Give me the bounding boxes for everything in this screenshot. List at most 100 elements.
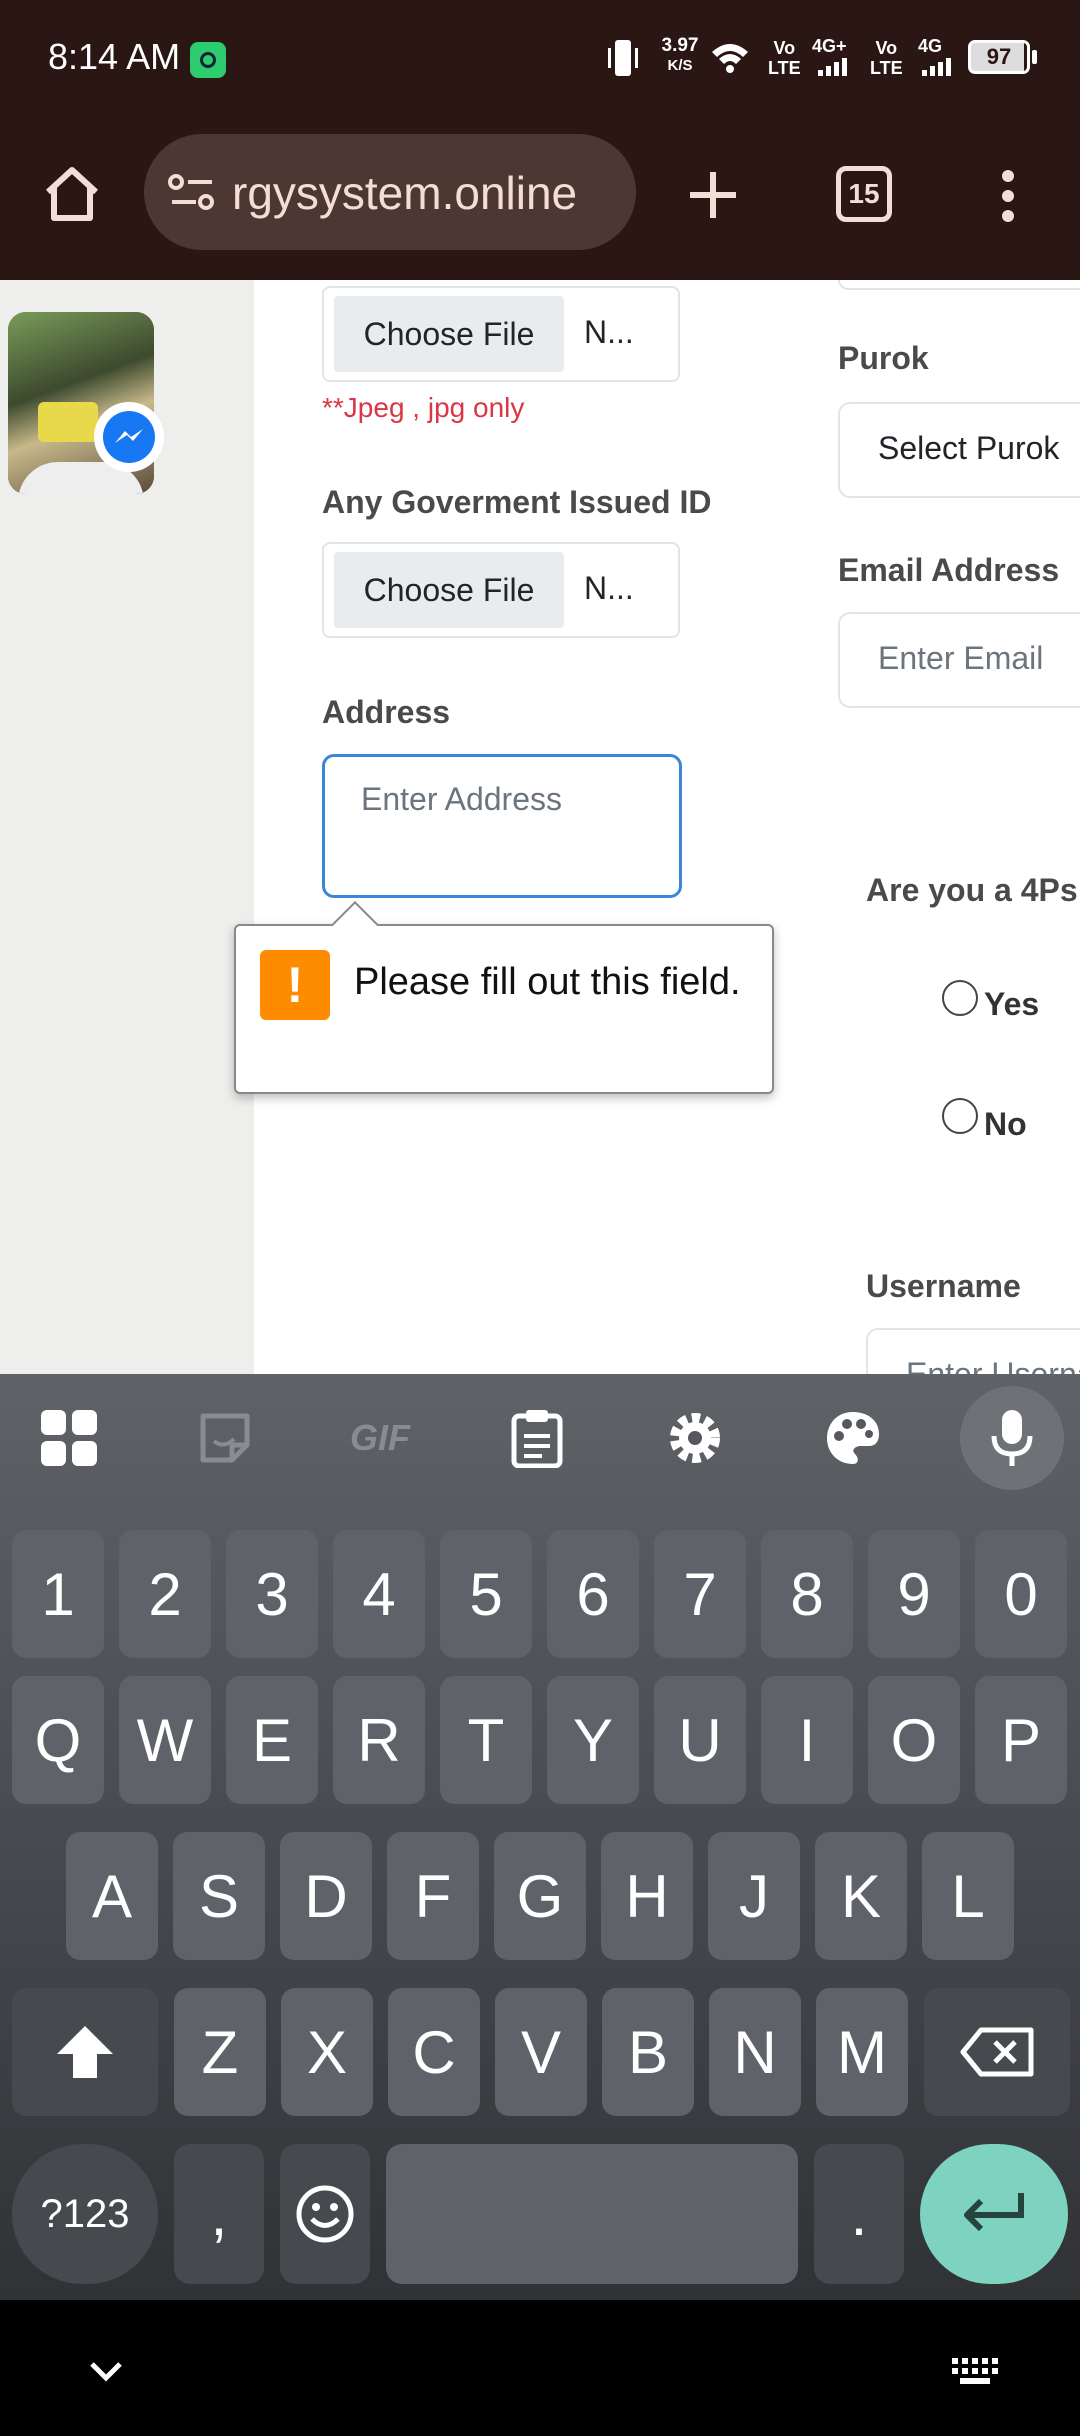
clipboard-icon[interactable]: [502, 1374, 572, 1502]
key-e[interactable]: E: [226, 1676, 318, 1804]
signal-1-label: 4G+: [812, 36, 847, 56]
address-placeholder: Enter Address: [361, 781, 562, 817]
key-i[interactable]: I: [761, 1676, 853, 1804]
vibrate-icon: [606, 38, 640, 78]
validation-tooltip: ! Please fill out this field.: [234, 900, 774, 1094]
radio-no[interactable]: [942, 1098, 978, 1134]
home-icon[interactable]: [42, 164, 102, 229]
choose-file-button[interactable]: Choose File: [334, 296, 564, 372]
web-page: Choose File N... **Jpeg , jpg only Any G…: [0, 280, 1080, 1374]
volte-1: Vo LTE: [768, 38, 801, 78]
key-p[interactable]: P: [975, 1676, 1067, 1804]
signal-1-icon: [818, 56, 854, 81]
gov-id-file-input[interactable]: Choose File N...: [322, 542, 680, 638]
shift-key[interactable]: [12, 1988, 158, 2116]
hide-keyboard-icon[interactable]: [88, 2360, 124, 2389]
key-3[interactable]: 3: [226, 1530, 318, 1658]
mic-icon[interactable]: [960, 1374, 1064, 1502]
key-m[interactable]: M: [816, 1988, 908, 2116]
battery-tip: [1032, 50, 1037, 64]
key-o[interactable]: O: [868, 1676, 960, 1804]
period-key[interactable]: .: [814, 2144, 904, 2284]
validation-message: Please fill out this field.: [354, 961, 741, 1003]
keyboard-switch-icon[interactable]: [950, 2356, 1000, 2391]
key-t[interactable]: T: [440, 1676, 532, 1804]
key-z[interactable]: Z: [174, 1988, 266, 2116]
key-f[interactable]: F: [387, 1832, 479, 1960]
radio-yes-label: Yes: [984, 986, 1040, 1022]
choose-file-button-2[interactable]: Choose File: [334, 552, 564, 628]
sticker-icon[interactable]: [190, 1374, 260, 1502]
key-0[interactable]: 0: [975, 1530, 1067, 1658]
address-label: Address: [322, 694, 451, 730]
comma-key[interactable]: ,: [174, 2144, 264, 2284]
address-input[interactable]: Enter Address: [322, 754, 682, 898]
username-input[interactable]: Enter Userna: [866, 1328, 1080, 1374]
email-input[interactable]: Enter Email: [838, 612, 1080, 708]
key-u[interactable]: U: [654, 1676, 746, 1804]
volte-2: Vo LTE: [870, 38, 903, 78]
purok-label: Purok: [838, 340, 929, 376]
fourps-question: Are you a 4Ps B: [866, 872, 1080, 908]
key-7[interactable]: 7: [654, 1530, 746, 1658]
key-4[interactable]: 4: [333, 1530, 425, 1658]
messenger-icon: [94, 402, 164, 472]
email-placeholder: Enter Email: [878, 640, 1044, 676]
key-b[interactable]: B: [602, 1988, 694, 2116]
url-text[interactable]: rgysystem.online: [232, 166, 577, 220]
file-name-2: N...: [584, 570, 634, 606]
key-1[interactable]: 1: [12, 1530, 104, 1658]
key-n[interactable]: N: [709, 1988, 801, 2116]
key-r[interactable]: R: [333, 1676, 425, 1804]
key-5[interactable]: 5: [440, 1530, 532, 1658]
key-d[interactable]: D: [280, 1832, 372, 1960]
wifi-icon: [710, 40, 750, 79]
tab-switcher-button[interactable]: 15: [836, 166, 892, 222]
key-2[interactable]: 2: [119, 1530, 211, 1658]
key-g[interactable]: G: [494, 1832, 586, 1960]
key-9[interactable]: 9: [868, 1530, 960, 1658]
key-j[interactable]: J: [708, 1832, 800, 1960]
emoji-key[interactable]: [280, 2144, 370, 2284]
purok-select-value: Select Purok: [878, 430, 1060, 466]
app-notification-icon: [190, 42, 226, 78]
new-tab-icon[interactable]: [686, 168, 740, 227]
key-x[interactable]: X: [281, 1988, 373, 2116]
gif-icon[interactable]: GIF: [340, 1374, 420, 1502]
key-h[interactable]: H: [601, 1832, 693, 1960]
address-bar[interactable]: rgysystem.online: [144, 134, 636, 250]
key-6[interactable]: 6: [547, 1530, 639, 1658]
signal-2-label: 4G: [918, 36, 943, 56]
key-c[interactable]: C: [388, 1988, 480, 2116]
signal-2-icon: [922, 56, 958, 81]
purok-select[interactable]: Select Purok: [838, 402, 1080, 498]
backspace-key[interactable]: [924, 1988, 1070, 2116]
key-a[interactable]: A: [66, 1832, 158, 1960]
apps-grid-icon[interactable]: [34, 1374, 104, 1502]
warning-icon: !: [260, 950, 330, 1020]
key-l[interactable]: L: [922, 1832, 1014, 1960]
key-w[interactable]: W: [119, 1676, 211, 1804]
key-v[interactable]: V: [495, 1988, 587, 2116]
gov-id-label: Any Goverment Issued ID: [322, 484, 712, 520]
browser-toolbar: rgysystem.online 15: [0, 118, 1080, 280]
status-time: 8:14 AM: [48, 36, 181, 77]
net-speed: 3.97 K/S: [661, 35, 699, 74]
site-settings-icon[interactable]: [168, 172, 216, 217]
palette-icon[interactable]: [818, 1374, 888, 1502]
key-k[interactable]: K: [815, 1832, 907, 1960]
radio-yes[interactable]: [942, 980, 978, 1016]
enter-key[interactable]: [920, 2144, 1068, 2284]
username-label: Username: [866, 1268, 1021, 1304]
overflow-menu-icon[interactable]: [996, 166, 1020, 231]
photo-file-input[interactable]: Choose File N...: [322, 286, 680, 382]
space-key[interactable]: [386, 2144, 798, 2284]
status-bar: 8:14 AM 3.97 K/S Vo LTE 4G+ Vo LTE 4G 97: [0, 0, 1080, 118]
key-q[interactable]: Q: [12, 1676, 104, 1804]
key-s[interactable]: S: [173, 1832, 265, 1960]
key-8[interactable]: 8: [761, 1530, 853, 1658]
username-placeholder: Enter Userna: [906, 1356, 1080, 1374]
symbols-key[interactable]: ?123: [12, 2144, 158, 2284]
settings-icon[interactable]: [660, 1374, 730, 1502]
key-y[interactable]: Y: [547, 1676, 639, 1804]
